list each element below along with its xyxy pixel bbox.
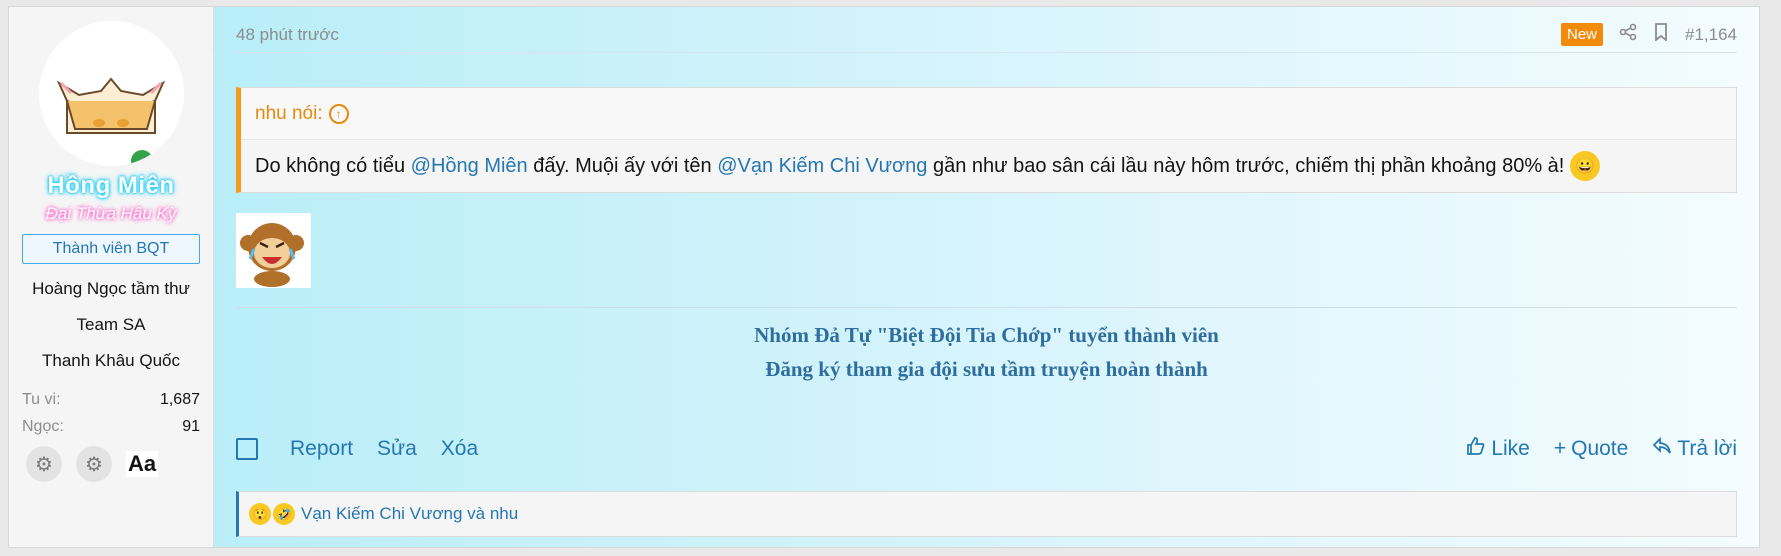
post-actions: Report Sửa Xóa Like + Quote Trả lời xyxy=(236,431,1737,467)
quote-text-2: đấy. Muội ấy với tên xyxy=(527,154,718,177)
report-link[interactable]: Report xyxy=(290,437,353,461)
rofl-emoji-icon: 🤣 xyxy=(273,503,295,525)
message-header: 48 phút trước New #1,164 xyxy=(236,17,1737,53)
mention-link[interactable]: @Vạn Kiếm Chi Vương xyxy=(717,155,927,178)
quote-label: Quote xyxy=(1571,437,1629,460)
thumbs-up-icon xyxy=(1466,436,1486,462)
username[interactable]: Hồng Miên xyxy=(47,172,174,200)
post-time[interactable]: 48 phút trước xyxy=(236,25,339,45)
reply-icon xyxy=(1652,436,1672,461)
post-number[interactable]: #1,164 xyxy=(1685,25,1737,45)
actions-right: Like + Quote Trả lời xyxy=(1466,436,1737,462)
signature: Nhóm Đả Tự "Biệt Đội Tia Chớp" tuyển thà… xyxy=(236,307,1737,386)
quote-header[interactable]: nhu nói: ↑ xyxy=(241,88,1736,140)
reactions-users[interactable]: Vạn Kiếm Chi Vương và nhu xyxy=(301,504,518,524)
stat-key: Tu vi: xyxy=(22,391,61,408)
signature-line-1: Nhóm Đả Tự "Biệt Đội Tia Chớp" tuyển thà… xyxy=(754,323,1219,347)
message-main: 48 phút trước New #1,164 nhu nói: ↑ Do k… xyxy=(214,7,1759,547)
user-tools: ⚙ ⚙ Aa xyxy=(22,446,200,482)
user-extra-3: Thanh Khâu Quốc xyxy=(42,351,180,370)
header-actions: New #1,164 xyxy=(1560,23,1737,46)
arrow-up-circle-icon[interactable]: ↑ xyxy=(328,103,349,124)
online-status-icon: ● xyxy=(127,147,156,166)
quote-content: Do không có tiểu @Hồng Miên đấy. Muội ấy… xyxy=(241,140,1736,192)
new-badge: New xyxy=(1560,23,1603,46)
grinning-emoji-icon: 😀 xyxy=(1570,151,1601,181)
like-label: Like xyxy=(1491,437,1530,460)
quote-block: nhu nói: ↑ Do không có tiểu @Hồng Miên đ… xyxy=(236,87,1737,193)
quote-button[interactable]: + Quote xyxy=(1554,437,1628,461)
font-size-button[interactable]: Aa xyxy=(126,451,159,477)
avatar[interactable]: ● xyxy=(38,21,184,166)
gear-icon[interactable]: ⚙ xyxy=(26,446,62,482)
mention-link[interactable]: @Hồng Miên xyxy=(411,155,528,178)
reactions-bar[interactable]: 😲 🤣 Vạn Kiếm Chi Vương và nhu xyxy=(236,491,1737,537)
stat-key: Ngọc: xyxy=(22,418,64,435)
plus-icon: + xyxy=(1553,437,1567,460)
like-button[interactable]: Like xyxy=(1466,436,1530,462)
edit-link[interactable]: Sửa xyxy=(377,437,417,461)
reply-button[interactable]: Trả lời xyxy=(1652,436,1737,461)
message-post: ● Hồng Miên Đại Thừa Hậu Kỳ Thành viên B… xyxy=(8,6,1760,548)
quote-text-3: gần như bao sân cái lầu này hôm trước, c… xyxy=(927,154,1565,177)
user-extra-2: Team SA xyxy=(76,315,146,334)
user-sidebar: ● Hồng Miên Đại Thừa Hậu Kỳ Thành viên B… xyxy=(9,7,225,547)
user-title: Đại Thừa Hậu Kỳ xyxy=(45,204,177,223)
user-stats: Tu vi: 1,687 Ngọc: 91 xyxy=(22,386,200,440)
stat-value: 91 xyxy=(182,418,200,435)
signature-line-2: Đăng ký tham gia đội sưu tầm truyện hoàn… xyxy=(765,357,1208,381)
bookmark-icon[interactable] xyxy=(1653,23,1669,46)
stat-row: Tu vi: 1,687 xyxy=(22,386,200,413)
reply-label: Trả lời xyxy=(1677,437,1737,460)
select-checkbox[interactable] xyxy=(236,438,258,460)
monkey-sticker-icon xyxy=(236,213,311,288)
stat-row: Ngọc: 91 xyxy=(22,413,200,440)
quote-text-1: Do không có tiểu xyxy=(255,154,411,177)
stat-value: 1,687 xyxy=(159,391,200,408)
quote-author: nhu nói: xyxy=(255,102,323,124)
user-banner: Thành viên BQT xyxy=(22,234,200,264)
user-extra-1: Hoàng Ngọc tầm thư xyxy=(32,279,190,298)
actions-left: Report Sửa Xóa xyxy=(236,437,478,461)
astonished-emoji-icon: 😲 xyxy=(249,503,271,525)
delete-link[interactable]: Xóa xyxy=(441,437,478,461)
share-icon[interactable] xyxy=(1619,23,1637,46)
gear-icon[interactable]: ⚙ xyxy=(76,446,112,482)
